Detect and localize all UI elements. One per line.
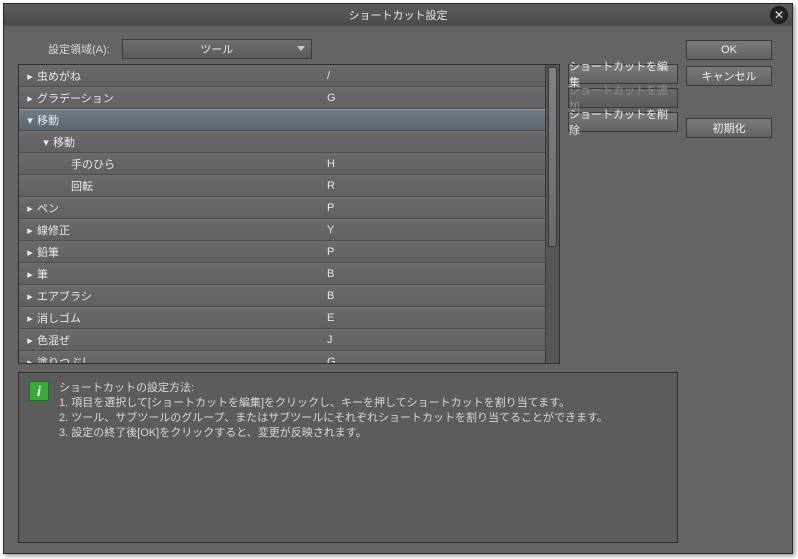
shortcut-tree: ▸虫めがね/▸グラデーションG▾移動▾移動手のひらH回転R▸ペンP▸線修正Y▸鉛…: [18, 64, 560, 364]
triangle-right-icon: ▸: [25, 356, 35, 364]
titlebar: ショートカット設定 ✕: [4, 4, 792, 26]
tree-row-shortcut: E: [327, 312, 334, 324]
tree-row[interactable]: 回転R: [19, 175, 545, 197]
initialize-button[interactable]: 初期化: [686, 118, 772, 138]
triangle-right-icon: ▸: [25, 268, 35, 281]
ok-button[interactable]: OK: [686, 40, 772, 60]
tree-row-label: 虫めがね: [37, 68, 327, 84]
vertical-scrollbar[interactable]: [545, 65, 559, 363]
info-line2: 2. ツール、サブツールのグループ、またはサブツールにそれぞれショートカットを割…: [59, 411, 608, 426]
tree-row-label: 筆: [37, 266, 327, 282]
settings-area-label: 設定領域(A):: [48, 41, 110, 57]
settings-area-value: ツール: [200, 41, 233, 57]
tree-row-label: 鉛筆: [37, 244, 327, 260]
triangle-right-icon: ▸: [25, 334, 35, 347]
tree-row-shortcut: H: [327, 158, 335, 170]
triangle-right-icon: ▸: [25, 246, 35, 259]
tree-row-label: 消しゴム: [37, 310, 327, 326]
tree-row-label: 塗りつぶし: [37, 354, 327, 363]
tree-row-label: 手のひら: [71, 156, 327, 172]
triangle-right-icon: ▸: [25, 202, 35, 215]
tree-row[interactable]: ▾移動: [19, 131, 545, 153]
tree-row-shortcut: G: [327, 92, 336, 104]
tree-row[interactable]: ▸消しゴムE: [19, 307, 545, 329]
tree-row-label: エアブラシ: [37, 288, 327, 304]
info-heading: ショートカットの設定方法:: [59, 381, 608, 396]
tree-row-label: 移動: [53, 134, 327, 150]
triangle-right-icon: ▸: [25, 224, 35, 237]
dialog-title: ショートカット設定: [349, 7, 448, 23]
tree-row-label: 線修正: [37, 222, 327, 238]
tree-row-label: 色混ぜ: [37, 332, 327, 348]
tree-row[interactable]: ▸筆B: [19, 263, 545, 285]
info-text: ショートカットの設定方法: 1. 項目を選択して[ショートカットを編集]をクリッ…: [59, 381, 608, 534]
tree-row-shortcut: B: [327, 268, 334, 280]
settings-area-dropdown[interactable]: ツール: [122, 39, 312, 59]
triangle-down-icon: ▾: [41, 136, 51, 149]
tree-row-shortcut: /: [327, 70, 330, 82]
tree-row-label: 回転: [71, 178, 327, 194]
tree-row[interactable]: ▸塗りつぶしG: [19, 351, 545, 363]
cancel-button[interactable]: キャンセル: [686, 66, 772, 86]
tree-row[interactable]: ▸グラデーションG: [19, 87, 545, 109]
triangle-right-icon: ▸: [25, 92, 35, 105]
triangle-right-icon: ▸: [25, 290, 35, 303]
tree-row-shortcut: J: [327, 334, 333, 346]
tree-row-label: 移動: [37, 112, 327, 128]
tree-row-shortcut: G: [327, 356, 336, 363]
tree-row[interactable]: ▸ペンP: [19, 197, 545, 219]
tree-row-shortcut: Y: [327, 224, 334, 236]
info-icon: i: [29, 381, 49, 401]
close-icon[interactable]: ✕: [770, 6, 788, 24]
triangle-right-icon: ▸: [25, 312, 35, 325]
tree-row-shortcut: P: [327, 202, 334, 214]
chevron-down-icon: [297, 46, 305, 51]
tree-row[interactable]: ▸色混ぜJ: [19, 329, 545, 351]
delete-shortcut-button[interactable]: ショートカットを削除: [568, 112, 678, 132]
tree-row-shortcut: B: [327, 290, 334, 302]
shortcut-settings-dialog: ショートカット設定 ✕ 設定領域(A): ツール ▸虫めがね/▸グラデーションG…: [3, 3, 793, 554]
triangle-down-icon: ▾: [25, 114, 35, 127]
info-panel: i ショートカットの設定方法: 1. 項目を選択して[ショートカットを編集]をク…: [18, 372, 678, 543]
scrollbar-thumb[interactable]: [548, 67, 557, 247]
tree-row[interactable]: ▾移動: [19, 109, 545, 131]
add-shortcut-button: ショートカットを追加: [568, 88, 678, 108]
tree-row-label: グラデーション: [37, 90, 327, 106]
info-line1: 1. 項目を選択して[ショートカットを編集]をクリックし、キーを押してショートカ…: [59, 396, 608, 411]
edit-shortcut-button[interactable]: ショートカットを編集: [568, 64, 678, 84]
tree-row[interactable]: 手のひらH: [19, 153, 545, 175]
tree-row-shortcut: P: [327, 246, 334, 258]
tree-row[interactable]: ▸線修正Y: [19, 219, 545, 241]
info-line3: 3. 設定の終了後[OK]をクリックすると、変更が反映されます。: [59, 426, 608, 441]
tree-row[interactable]: ▸虫めがね/: [19, 65, 545, 87]
triangle-right-icon: ▸: [25, 70, 35, 83]
tree-row-label: ペン: [37, 200, 327, 216]
tree-row[interactable]: ▸エアブラシB: [19, 285, 545, 307]
tree-row[interactable]: ▸鉛筆P: [19, 241, 545, 263]
tree-row-shortcut: R: [327, 180, 335, 192]
